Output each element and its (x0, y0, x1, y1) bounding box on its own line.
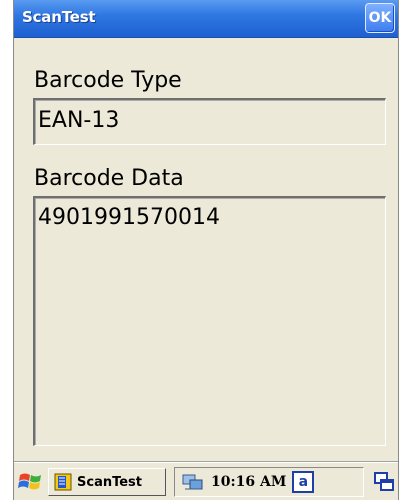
taskbar: ScanTest 10:16 AM a (14, 462, 398, 500)
input-method-icon[interactable]: a (292, 471, 315, 493)
taskbar-button-label: ScanTest (77, 474, 143, 490)
barcode-data-field[interactable]: 4901991570014 (33, 196, 386, 446)
ok-button[interactable]: OK (365, 3, 395, 33)
windows-flag-icon[interactable] (17, 469, 45, 495)
app-icon (54, 473, 72, 491)
clock[interactable]: 10:16 AM (211, 474, 286, 490)
barcode-data-label: Barcode Data (34, 166, 184, 191)
device-screen: ScanTest OK Barcode Type EAN-13 Barcode … (13, 0, 399, 500)
taskbar-button-scantest[interactable]: ScanTest (48, 468, 166, 496)
windows-switch-icon[interactable] (373, 471, 395, 493)
title-bar: ScanTest OK (14, 0, 398, 38)
network-icon[interactable] (181, 472, 205, 492)
barcode-type-label: Barcode Type (34, 68, 182, 93)
window-title: ScanTest (22, 8, 96, 26)
barcode-type-field[interactable]: EAN-13 (33, 98, 386, 145)
system-tray: 10:16 AM a (174, 467, 364, 497)
